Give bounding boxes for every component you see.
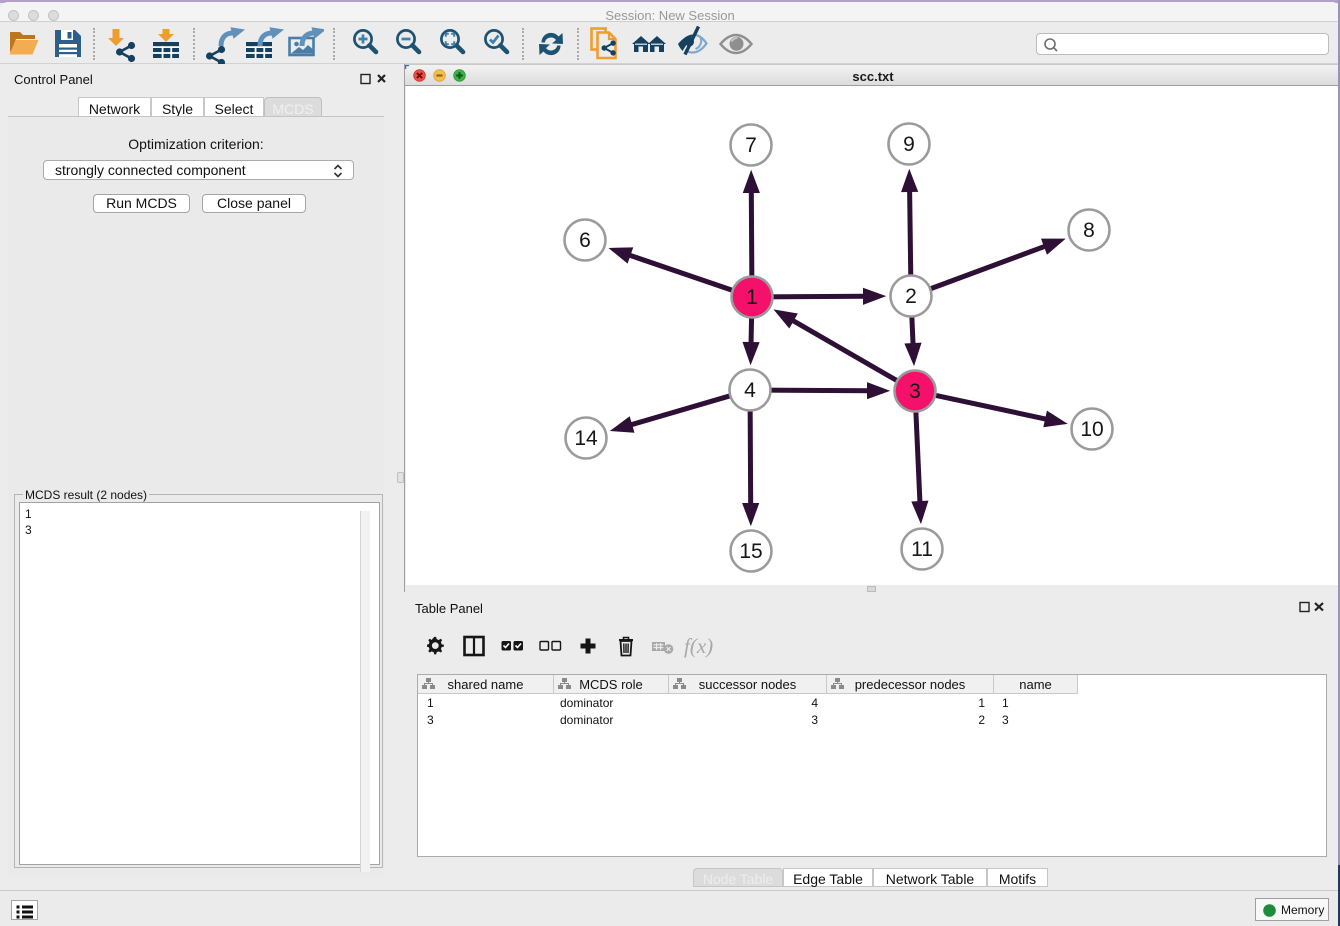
svg-text:3: 3 xyxy=(909,380,921,403)
svg-text:7: 7 xyxy=(745,134,757,157)
svg-text:11: 11 xyxy=(911,538,933,561)
svg-text:6: 6 xyxy=(579,229,591,252)
svg-text:15: 15 xyxy=(739,540,762,563)
svg-text:1: 1 xyxy=(746,286,758,309)
svg-text:10: 10 xyxy=(1080,418,1103,441)
svg-text:9: 9 xyxy=(903,133,915,156)
svg-text:2: 2 xyxy=(905,285,917,308)
svg-text:4: 4 xyxy=(744,379,756,402)
svg-text:14: 14 xyxy=(574,427,598,450)
svg-text:8: 8 xyxy=(1083,219,1095,242)
